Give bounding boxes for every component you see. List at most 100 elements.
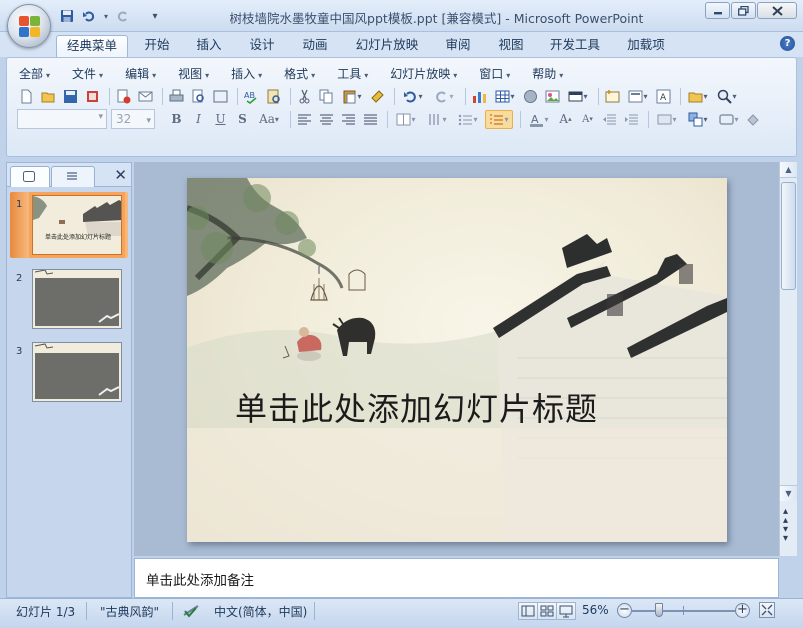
shape-fill-icon[interactable] bbox=[746, 110, 760, 129]
open-icon[interactable] bbox=[39, 87, 58, 106]
tab-review[interactable]: 审阅 bbox=[437, 35, 479, 57]
spelling-icon[interactable]: AB bbox=[242, 87, 261, 106]
undo-toolbar-icon[interactable]: ▾ bbox=[399, 87, 427, 106]
vertical-scrollbar[interactable]: ▲ ▼ ▴ ▴ ▾ ▾ bbox=[779, 162, 797, 556]
fit-to-window-icon[interactable] bbox=[759, 602, 775, 618]
tab-outline[interactable] bbox=[51, 166, 95, 187]
zoom-slider-handle[interactable] bbox=[655, 603, 663, 617]
zoom-search-icon[interactable]: ▾ bbox=[714, 87, 740, 106]
current-slide[interactable]: 单击此处添加幻灯片标题 bbox=[187, 178, 727, 542]
next-slide-icon[interactable]: ▾ ▾ bbox=[783, 525, 788, 544]
zoom-level[interactable]: 56% bbox=[582, 603, 609, 617]
bullets-icon[interactable]: ▾ bbox=[454, 110, 482, 129]
bold-icon[interactable]: B bbox=[167, 110, 186, 129]
email-icon[interactable] bbox=[136, 87, 155, 106]
scroll-down-icon[interactable]: ▼ bbox=[780, 485, 797, 501]
underline-icon[interactable]: U bbox=[211, 110, 230, 129]
columns-icon[interactable]: ▾ bbox=[392, 110, 420, 129]
save-file-icon[interactable] bbox=[61, 87, 80, 106]
menu-insert[interactable]: 插入 ▾ bbox=[231, 65, 262, 82]
tab-home[interactable]: 开始 bbox=[136, 35, 178, 57]
scroll-thumb[interactable] bbox=[781, 182, 796, 290]
justify-icon[interactable] bbox=[361, 110, 380, 129]
cut-icon[interactable] bbox=[295, 87, 314, 106]
minimize-icon[interactable] bbox=[705, 2, 730, 19]
slide-design-icon[interactable]: ▾ bbox=[653, 110, 681, 129]
paste-icon[interactable]: ▾ bbox=[339, 87, 365, 106]
text-box-icon[interactable]: A bbox=[654, 87, 673, 106]
shape-outline-icon[interactable]: ▾ bbox=[715, 110, 743, 129]
arrange-icon[interactable]: ▾ bbox=[684, 110, 712, 129]
slide-thumbnail-1[interactable]: 单击此处添加幻灯片标题 bbox=[32, 195, 122, 255]
restore-icon[interactable] bbox=[731, 2, 756, 19]
menu-format[interactable]: 格式 ▾ bbox=[284, 65, 315, 82]
language-indicator[interactable]: 中文(简体，中国) bbox=[214, 603, 307, 620]
slide-show-view-icon[interactable] bbox=[556, 602, 576, 620]
normal-view-icon[interactable] bbox=[518, 602, 538, 620]
shadow-icon[interactable]: S bbox=[233, 110, 252, 129]
tab-animations[interactable]: 动画 bbox=[294, 35, 336, 57]
scroll-up-icon[interactable]: ▲ bbox=[780, 162, 797, 178]
close-pane-icon[interactable]: ✕ bbox=[114, 166, 127, 184]
slide-sorter-view-icon[interactable] bbox=[537, 602, 557, 620]
font-color-icon[interactable]: A ▾ bbox=[525, 110, 553, 129]
insert-chart-icon[interactable] bbox=[470, 87, 489, 106]
change-case-icon[interactable]: Aa ▾ bbox=[255, 110, 283, 129]
clip-art-icon[interactable] bbox=[521, 87, 540, 106]
align-right-icon[interactable] bbox=[339, 110, 358, 129]
menu-window[interactable]: 窗口 ▾ bbox=[479, 65, 510, 82]
zoom-in-icon[interactable]: + bbox=[735, 603, 750, 618]
new-icon[interactable] bbox=[17, 87, 36, 106]
tab-view[interactable]: 视图 bbox=[490, 35, 532, 57]
insert-shape-icon[interactable]: ▾ bbox=[565, 87, 591, 106]
menu-tools[interactable]: 工具 ▾ bbox=[337, 65, 368, 82]
tab-developer[interactable]: 开发工具 bbox=[542, 35, 608, 57]
redo-toolbar-icon[interactable]: ▾ bbox=[430, 87, 458, 106]
tab-slides[interactable] bbox=[10, 166, 50, 187]
tab-design[interactable]: 设计 bbox=[241, 35, 283, 57]
outline-view-icon[interactable] bbox=[211, 87, 230, 106]
print-icon[interactable] bbox=[167, 87, 186, 106]
menu-file[interactable]: 文件 ▾ bbox=[72, 65, 103, 82]
tab-slide-show[interactable]: 幻灯片放映 bbox=[347, 35, 427, 57]
menu-edit[interactable]: 编辑 ▾ bbox=[125, 65, 156, 82]
spelling-check-icon[interactable] bbox=[182, 603, 202, 622]
new-slide-icon[interactable] bbox=[603, 87, 622, 106]
office-button[interactable] bbox=[7, 4, 51, 48]
tab-insert[interactable]: 插入 bbox=[188, 35, 230, 57]
align-center-icon[interactable] bbox=[317, 110, 336, 129]
font-name-combo[interactable] bbox=[17, 109, 107, 129]
copy-icon[interactable] bbox=[317, 87, 336, 106]
tab-add-ins[interactable]: 加载项 bbox=[620, 35, 672, 57]
menu-slide-show[interactable]: 幻灯片放映 ▾ bbox=[390, 65, 457, 82]
italic-icon[interactable]: I bbox=[189, 110, 208, 129]
slide-thumbnail-2[interactable] bbox=[32, 269, 122, 329]
align-left-icon[interactable] bbox=[295, 110, 314, 129]
menu-all[interactable]: 全部 ▾ bbox=[19, 65, 50, 82]
slide-title-placeholder[interactable]: 单击此处添加幻灯片标题 bbox=[235, 384, 598, 430]
insert-picture-icon[interactable] bbox=[543, 87, 562, 106]
research-icon[interactable] bbox=[264, 87, 283, 106]
publish-pdf-icon[interactable] bbox=[114, 87, 133, 106]
grow-font-icon[interactable]: A ▴ bbox=[556, 110, 575, 129]
print-preview-icon[interactable] bbox=[189, 87, 208, 106]
increase-indent-icon[interactable] bbox=[622, 110, 641, 129]
numbering-icon[interactable]: ▾ bbox=[485, 109, 513, 129]
open-folder-icon[interactable]: ▾ bbox=[685, 87, 711, 106]
zoom-out-icon[interactable]: − bbox=[617, 603, 632, 618]
permission-icon[interactable] bbox=[83, 87, 102, 106]
notes-pane[interactable]: 单击此处添加备注 bbox=[134, 558, 779, 598]
menu-view[interactable]: 视图 ▾ bbox=[178, 65, 209, 82]
insert-table-icon[interactable]: ▾ bbox=[492, 87, 518, 106]
format-painter-icon[interactable] bbox=[368, 87, 387, 106]
previous-slide-icon[interactable]: ▴ ▴ bbox=[783, 507, 788, 526]
slide-layout-icon[interactable]: ▾ bbox=[625, 87, 651, 106]
font-size-combo[interactable]: 32 bbox=[111, 109, 155, 130]
menu-help[interactable]: 帮助 ▾ bbox=[532, 65, 563, 82]
close-icon[interactable] bbox=[757, 2, 797, 19]
slide-thumbnail-3[interactable] bbox=[32, 342, 122, 402]
shrink-font-icon[interactable]: A ▾ bbox=[578, 110, 597, 129]
text-direction-icon[interactable]: ▾ bbox=[423, 110, 451, 129]
decrease-indent-icon[interactable] bbox=[600, 110, 619, 129]
tab-classic-menu[interactable]: 经典菜单 bbox=[56, 35, 128, 58]
